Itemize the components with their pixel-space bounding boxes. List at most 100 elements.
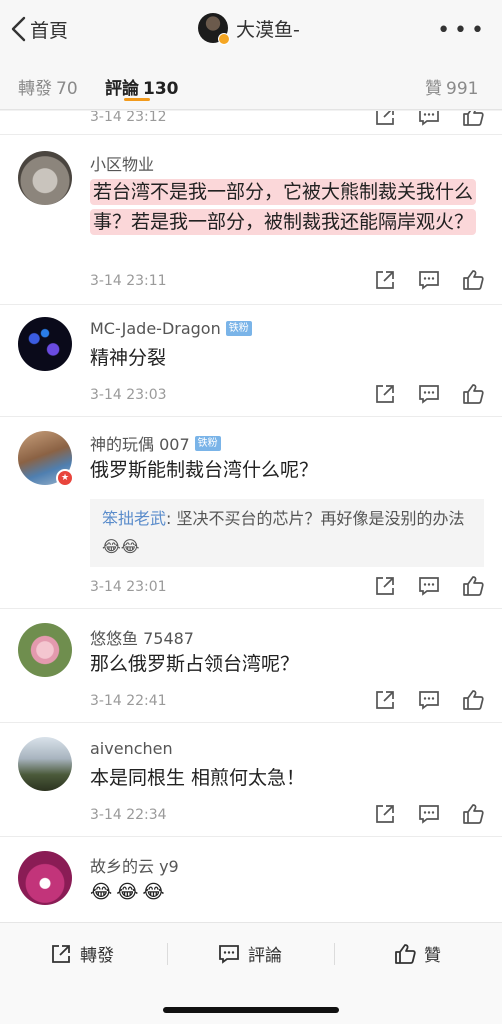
top-nav-bar: 首頁 大漠鱼- •••	[0, 0, 502, 58]
laughing-emoji-icon: 😂😂	[102, 537, 140, 556]
tab-repost-label: 轉發	[18, 79, 52, 99]
divider	[167, 943, 168, 965]
comment-text: 那么俄罗斯占领台湾呢？	[90, 653, 300, 675]
comment-text: 俄罗斯能制裁台湾什么呢？	[90, 459, 319, 481]
comment-actions	[374, 575, 484, 597]
comment-username[interactable]: aivenchen	[90, 739, 173, 758]
chevron-left-icon	[11, 16, 26, 42]
comment-username[interactable]: 故乡的云 y9	[90, 853, 179, 877]
tab-likes-count: 991	[446, 79, 479, 99]
comment-time: 3-14 22:34	[90, 807, 167, 823]
tab-repost-count: 70	[56, 79, 78, 99]
tab-comments-label: 評論	[105, 79, 139, 99]
comment-time: 3-14 22:41	[90, 693, 167, 709]
like-icon	[395, 943, 416, 964]
home-indicator[interactable]	[163, 1007, 339, 1013]
comment-label: 評論	[248, 946, 282, 966]
like-icon[interactable]	[462, 575, 484, 597]
fan-badge: 铁粉	[225, 321, 252, 336]
verified-badge-icon	[218, 33, 230, 45]
tab-bar: 轉發 70 評論 130 贊 991	[0, 58, 502, 110]
reply-preview[interactable]: 笨拙老武: 坚决不买台的芯片？再好像是没别的办法 😂😂	[90, 499, 484, 567]
comment-icon	[219, 944, 239, 964]
share-icon[interactable]	[374, 575, 396, 597]
back-label: 首頁	[30, 19, 69, 42]
comment-time: 3-14 23:01	[90, 579, 167, 595]
comment-time: 3-14 23:03	[90, 387, 167, 403]
like-icon[interactable]	[462, 383, 484, 405]
reply-icon[interactable]	[418, 269, 440, 291]
comment-actions	[374, 383, 484, 405]
tab-likes-label: 贊	[425, 79, 442, 99]
comment-username[interactable]: 悠悠鱼 75487	[90, 625, 194, 649]
vip-badge-icon: ★	[56, 469, 74, 487]
comment-username[interactable]: 小区物业	[90, 151, 154, 175]
active-tab-indicator	[124, 98, 150, 101]
like-icon[interactable]	[462, 689, 484, 711]
username-text: 小区物业	[90, 155, 155, 174]
reply-icon[interactable]	[418, 689, 440, 711]
share-icon[interactable]	[374, 111, 396, 127]
author-header[interactable]: 大漠鱼-	[198, 13, 300, 45]
author-name: 大漠鱼-	[236, 18, 300, 41]
tab-repost[interactable]: 轉發 70	[18, 74, 78, 99]
like-button[interactable]: 贊	[394, 941, 441, 966]
comment-username[interactable]: MC-Jade-Dragon 铁粉	[90, 319, 252, 338]
fan-badge: 铁粉	[194, 435, 221, 451]
comment-text: 本是同根生 相煎何太急！	[90, 767, 306, 789]
comment-item: 3-14 23:12	[0, 111, 502, 135]
reply-icon[interactable]	[418, 383, 440, 405]
comment-text: 精神分裂	[90, 347, 167, 369]
comment-time: 3-14 23:11	[90, 273, 167, 289]
reply-username[interactable]: 笨拙老武	[102, 509, 166, 528]
share-icon	[52, 944, 70, 963]
like-icon[interactable]	[462, 111, 484, 127]
user-avatar[interactable]	[18, 151, 72, 205]
username-text: 悠悠鱼 75487	[90, 629, 194, 648]
comment-button[interactable]: 評論	[218, 941, 282, 966]
laughing-emoji-icon: 😂😂😂	[90, 881, 169, 903]
comment-list[interactable]: 3-14 23:12 小区物业 若台湾不是我一部分，它被大熊制裁关我什么事？若是…	[0, 111, 502, 922]
comment-time: 3-14 23:12	[90, 111, 167, 125]
share-icon[interactable]	[374, 269, 396, 291]
username-text: 故乡的云 y9	[90, 857, 179, 876]
back-button[interactable]: 首頁	[10, 14, 68, 44]
comment-item: MC-Jade-Dragon 铁粉 精神分裂 3-14 23:03	[0, 305, 502, 417]
reply-text: : 坚决不买台的芯片？再好像是没别的办法	[166, 509, 465, 528]
comment-actions	[374, 689, 484, 711]
reply-icon[interactable]	[418, 111, 440, 127]
tab-comments[interactable]: 評論 130	[105, 74, 179, 99]
like-icon[interactable]	[462, 269, 484, 291]
tab-likes[interactable]: 贊 991	[425, 74, 478, 99]
tab-comments-count: 130	[143, 79, 179, 99]
share-icon[interactable]	[374, 803, 396, 825]
highlighted-text: 若台湾不是我一部分，它被大熊制裁关我什么事？若是我一部分，被制裁我还能隔岸观火？	[90, 179, 477, 235]
comment-item: ★ 神的玩偶 007 铁粉 俄罗斯能制裁台湾什么呢？ 笨拙老武: 坚决不买台的芯片…	[0, 417, 502, 609]
username-text: aivenchen	[90, 739, 173, 758]
user-avatar[interactable]	[18, 737, 72, 791]
comment-item: 小区物业 若台湾不是我一部分，它被大熊制裁关我什么事？若是我一部分，被制裁我还能…	[0, 135, 502, 305]
share-icon[interactable]	[374, 689, 396, 711]
like-label: 贊	[424, 946, 441, 966]
username-text: 神的玩偶 007	[90, 435, 190, 454]
comment-item: aivenchen 本是同根生 相煎何太急！ 3-14 22:34	[0, 723, 502, 837]
author-avatar[interactable]	[198, 13, 230, 45]
comment-item: 悠悠鱼 75487 那么俄罗斯占领台湾呢？ 3-14 22:41	[0, 609, 502, 723]
user-avatar[interactable]	[18, 317, 72, 371]
reply-icon[interactable]	[418, 803, 440, 825]
share-icon[interactable]	[374, 383, 396, 405]
like-icon[interactable]	[462, 803, 484, 825]
user-avatar[interactable]	[18, 623, 72, 677]
comment-actions	[374, 269, 484, 291]
repost-label: 轉發	[80, 946, 114, 966]
username-text: MC-Jade-Dragon	[90, 319, 221, 338]
more-options-icon[interactable]: •••	[437, 18, 488, 43]
comment-actions	[374, 111, 484, 127]
comment-username[interactable]: 神的玩偶 007 铁粉	[90, 431, 221, 455]
user-avatar[interactable]	[18, 851, 72, 905]
reply-icon[interactable]	[418, 575, 440, 597]
bottom-action-bar: 轉發 評論 贊	[0, 922, 502, 1024]
comment-actions	[374, 803, 484, 825]
repost-button[interactable]: 轉發	[50, 941, 114, 966]
comment-item: 故乡的云 y9 😂😂😂	[0, 837, 502, 922]
